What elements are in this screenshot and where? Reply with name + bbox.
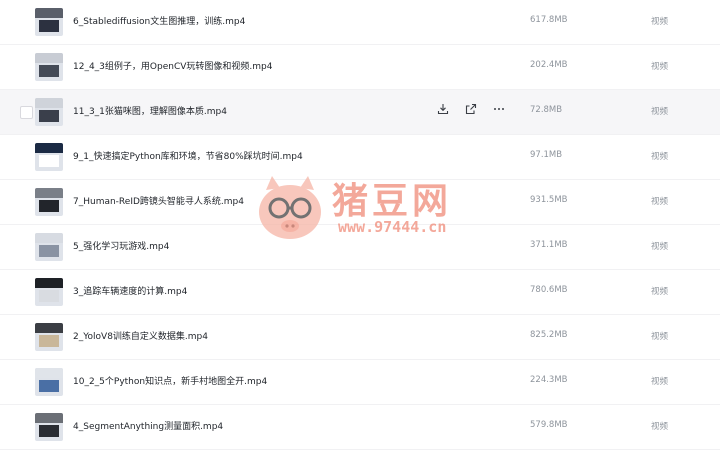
file-size: 224.3MB — [530, 375, 568, 385]
file-size: 780.6MB — [530, 285, 568, 295]
row-checkbox[interactable] — [20, 106, 33, 119]
file-row[interactable]: 5_强化学习玩游戏.mp4 371.1MB 视频 — [0, 225, 720, 270]
file-type: 视频 — [651, 17, 669, 27]
file-row[interactable]: 2_YoloV8训练自定义数据集.mp4 825.2MB 视频 — [0, 315, 720, 360]
video-thumbnail — [35, 323, 63, 351]
file-size: 202.4MB — [530, 60, 568, 70]
file-list: 6_Stablediffusion文生图推理，训练.mp4 617.8MB 视频… — [0, 0, 720, 450]
video-thumbnail — [35, 188, 63, 216]
file-row[interactable]: 12_4_3组例子，用OpenCV玩转图像和视频.mp4 202.4MB 视频 — [0, 45, 720, 90]
file-row[interactable]: 6_Stablediffusion文生图推理，训练.mp4 617.8MB 视频 — [0, 0, 720, 45]
video-thumbnail — [35, 413, 63, 441]
file-row[interactable]: 3_追踪车辆速度的计算.mp4 780.6MB 视频 — [0, 270, 720, 315]
file-name[interactable]: 9_1_快速搞定Python库和环境，节省80%踩坑时间.mp4 — [73, 149, 303, 162]
file-name[interactable]: 2_YoloV8训练自定义数据集.mp4 — [73, 329, 208, 342]
file-type: 视频 — [651, 332, 669, 342]
file-type: 视频 — [651, 377, 669, 387]
file-type: 视频 — [651, 62, 669, 72]
file-size: 617.8MB — [530, 15, 568, 25]
file-row[interactable]: 7_Human-ReID跨镜头智能寻人系统.mp4 931.5MB 视频 — [0, 180, 720, 225]
file-type: 视频 — [651, 242, 669, 252]
file-size: 579.8MB — [530, 420, 568, 430]
video-thumbnail — [35, 278, 63, 306]
video-thumbnail — [35, 233, 63, 261]
file-type: 视频 — [651, 197, 669, 207]
file-type: 视频 — [651, 152, 669, 162]
file-size: 72.8MB — [530, 105, 563, 115]
file-name[interactable]: 12_4_3组例子，用OpenCV玩转图像和视频.mp4 — [73, 59, 272, 72]
file-row[interactable]: 9_1_快速搞定Python库和环境，节省80%踩坑时间.mp4 97.1MB … — [0, 135, 720, 180]
file-size: 371.1MB — [530, 240, 568, 250]
file-name[interactable]: 11_3_1张猫咪图，理解图像本质.mp4 — [73, 104, 227, 117]
video-thumbnail — [35, 143, 63, 171]
video-thumbnail — [35, 98, 63, 126]
file-row[interactable]: 10_2_5个Python知识点，新手村地图全开.mp4 224.3MB 视频 — [0, 360, 720, 405]
file-name[interactable]: 3_追踪车辆速度的计算.mp4 — [73, 284, 187, 297]
file-size: 97.1MB — [530, 150, 563, 160]
file-name[interactable]: 10_2_5个Python知识点，新手村地图全开.mp4 — [73, 374, 267, 387]
download-icon[interactable] — [435, 103, 451, 119]
video-thumbnail — [35, 8, 63, 36]
file-name[interactable]: 6_Stablediffusion文生图推理，训练.mp4 — [73, 14, 245, 27]
file-type: 视频 — [651, 107, 669, 117]
file-name[interactable]: 7_Human-ReID跨镜头智能寻人系统.mp4 — [73, 194, 244, 207]
file-row[interactable]: 11_3_1张猫咪图，理解图像本质.mp4 72.8MB 视频 — [0, 90, 720, 135]
file-type: 视频 — [651, 287, 669, 297]
file-name[interactable]: 4_SegmentAnything测量面积.mp4 — [73, 419, 223, 432]
file-size: 825.2MB — [530, 330, 568, 340]
video-thumbnail — [35, 368, 63, 396]
file-name[interactable]: 5_强化学习玩游戏.mp4 — [73, 239, 169, 252]
file-row[interactable]: 4_SegmentAnything测量面积.mp4 579.8MB 视频 — [0, 405, 720, 450]
file-size: 931.5MB — [530, 195, 568, 205]
file-type: 视频 — [651, 422, 669, 432]
video-thumbnail — [35, 53, 63, 81]
share-icon[interactable] — [463, 103, 479, 119]
more-icon[interactable] — [491, 103, 507, 119]
